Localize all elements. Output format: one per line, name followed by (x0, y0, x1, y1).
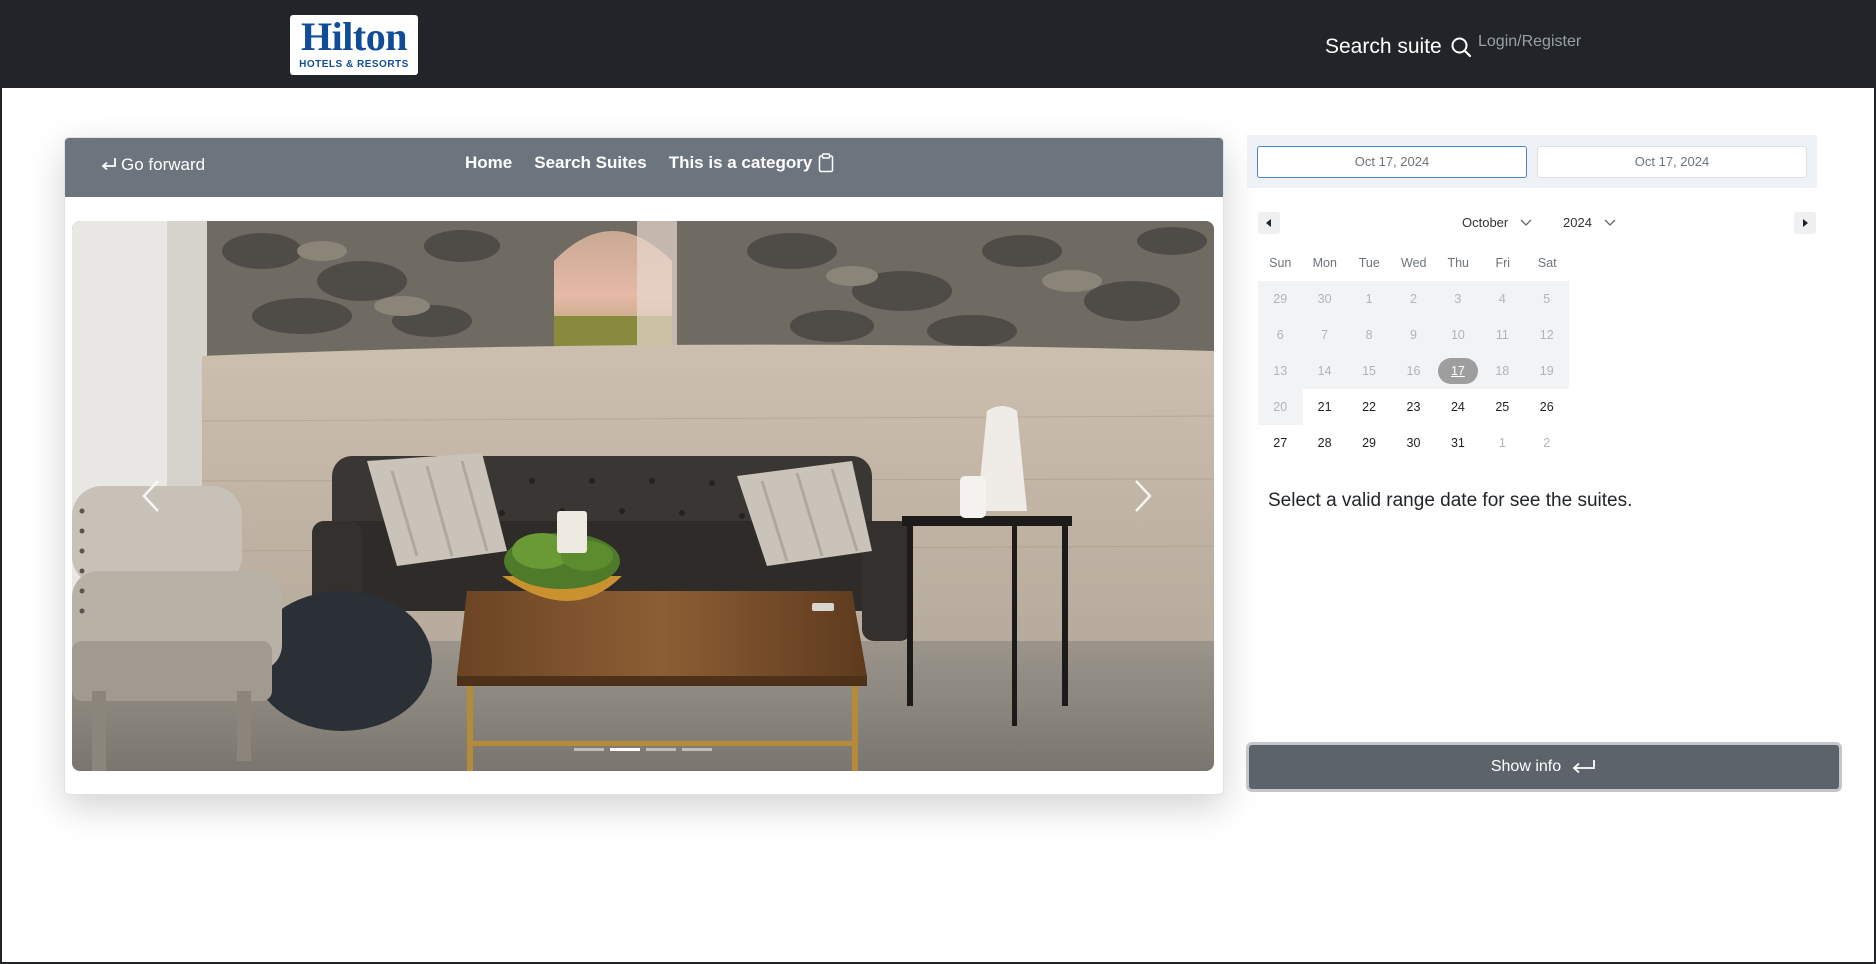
logo-tagline: HOTELS & RESORTS (299, 59, 409, 70)
selected-day-label: 17 (1437, 358, 1478, 384)
calendar-day[interactable]: 25 (1480, 389, 1524, 425)
calendar-day[interactable]: 29 (1347, 425, 1391, 461)
weekday-label: Sun (1269, 256, 1292, 270)
calendar-day[interactable]: 22 (1347, 389, 1391, 425)
calendar-week: 29 30 1 2 3 4 5 (1258, 281, 1569, 317)
suite-photo (72, 221, 1214, 771)
calendar-day: 1 (1365, 292, 1373, 306)
calendar-day: 10 (1450, 328, 1465, 342)
calendar-day: 3 (1454, 292, 1462, 306)
menu-home-link[interactable]: Home (465, 153, 512, 173)
suite-photo-carousel[interactable] (72, 221, 1214, 771)
chevron-left-icon (142, 480, 159, 512)
prev-month-button[interactable] (1258, 212, 1280, 234)
login-register-link[interactable]: Login/Register (1478, 33, 1581, 51)
hilton-logo[interactable]: Hilton HOTELS & RESORTS (290, 15, 418, 75)
calendar-day: 11 (1495, 328, 1509, 342)
category-label: This is a category (668, 153, 813, 172)
calendar-day: 8 (1365, 328, 1373, 342)
search-suite-label: Search suite (1325, 35, 1442, 58)
carousel-indicators (574, 748, 718, 751)
weekday-label: Wed (1401, 256, 1427, 270)
return-arrow-icon (101, 158, 116, 171)
carousel-indicator[interactable] (646, 748, 676, 751)
calendar-day[interactable]: 27 (1258, 425, 1302, 461)
go-forward-label: Go forward (121, 155, 206, 174)
calendar-week: 6 7 8 9 10 11 12 (1258, 317, 1569, 353)
calendar-week: 20 21 22 23 24 25 26 (1258, 389, 1569, 425)
year-value: 2024 (1563, 215, 1592, 230)
calendar-day-grid: 29 30 1 2 3 4 5 6 7 8 9 10 11 12 13 14 1… (1258, 281, 1569, 461)
show-info-label: Show info (1490, 758, 1562, 775)
year-select[interactable]: 2024 (1563, 215, 1616, 230)
range-validation-message: Select a valid range date for see the su… (1268, 490, 1633, 511)
suite-card: Go forward Home Search Suites This is a … (64, 137, 1224, 795)
calendar-day: 13 (1273, 364, 1288, 378)
calendar-day: 29 (1273, 292, 1288, 306)
clipboard-icon (819, 153, 834, 173)
calendar-day[interactable]: 31 (1436, 425, 1480, 461)
weekday-label: Tue (1358, 256, 1380, 270)
chevron-right-icon (1135, 480, 1152, 512)
weekday-header-row: Sun Mon Tue Wed Thu Fri Sat (1258, 256, 1570, 270)
calendar-day: 12 (1539, 328, 1554, 342)
calendar-day: 20 (1273, 400, 1288, 414)
top-navbar: Hilton HOTELS & RESORTS Search suite Log… (2, 0, 1874, 88)
start-date-input[interactable]: Oct 17, 2024 (1257, 146, 1527, 178)
calendar-day[interactable]: 1 (1480, 425, 1524, 461)
show-info-button[interactable]: Show info (1246, 742, 1842, 792)
calendar-day: 30 (1317, 292, 1332, 306)
logo-wordmark: Hilton (301, 14, 407, 59)
calendar-day[interactable]: 21 (1302, 389, 1346, 425)
calendar-day[interactable]: 23 (1391, 389, 1435, 425)
next-month-button[interactable] (1794, 212, 1816, 234)
calendar-day-selected[interactable]: 17 (1436, 353, 1480, 389)
calendar-day: 6 (1276, 328, 1284, 342)
weekday-label: Sat (1537, 256, 1557, 270)
calendar-day: 4 (1498, 292, 1506, 306)
calendar-day: 19 (1539, 364, 1554, 378)
calendar-day[interactable]: 2 (1525, 425, 1569, 461)
calendar-header: October 2024 (1247, 208, 1817, 238)
caret-right-icon (1803, 219, 1808, 227)
carousel-indicator[interactable] (682, 748, 712, 751)
calendar-day[interactable]: 24 (1436, 389, 1480, 425)
search-suite-link[interactable]: Search suite (1325, 32, 1472, 62)
return-arrow-icon (1572, 760, 1596, 774)
weekday-label: Fri (1495, 256, 1511, 270)
month-value: October (1462, 215, 1509, 230)
carousel-indicator-active[interactable] (610, 748, 640, 751)
calendar-day[interactable]: 26 (1525, 389, 1569, 425)
calendar-week: 27 28 29 30 31 1 2 (1258, 425, 1569, 461)
calendar-day: 15 (1362, 364, 1376, 378)
chevron-down-icon (1604, 219, 1616, 226)
calendar-day: 7 (1321, 328, 1329, 342)
go-forward-button[interactable]: Go forward (99, 155, 205, 175)
calendar-week: 13 14 15 16 17 18 19 (1258, 353, 1569, 389)
calendar-day: 18 (1495, 364, 1510, 378)
calendar-day: 14 (1317, 364, 1332, 378)
card-header: Go forward Home Search Suites This is a … (65, 138, 1223, 197)
end-date-input[interactable]: Oct 17, 2024 (1537, 146, 1807, 178)
calendar-day[interactable]: 28 (1302, 425, 1346, 461)
calendar-day: 9 (1410, 328, 1417, 342)
weekday-label: Thu (1447, 256, 1470, 270)
card-menu: Home Search Suites This is a category (465, 153, 834, 173)
caret-left-icon (1266, 219, 1271, 227)
weekday-label: Mon (1312, 256, 1337, 270)
calendar-day[interactable]: 30 (1391, 425, 1435, 461)
carousel-indicator[interactable] (574, 748, 604, 751)
calendar-day: 5 (1543, 292, 1551, 306)
month-select[interactable]: October (1462, 215, 1532, 230)
calendar-day: 16 (1406, 364, 1421, 378)
carousel-next-button[interactable] (1122, 471, 1162, 521)
menu-category-link[interactable]: This is a category (669, 153, 835, 173)
search-icon (1451, 37, 1471, 58)
calendar-day: 2 (1410, 292, 1417, 306)
date-range-picker: Oct 17, 2024 Oct 17, 2024 (1247, 135, 1817, 188)
menu-search-suites-link[interactable]: Search Suites (534, 153, 646, 173)
chevron-down-icon (1520, 219, 1532, 226)
carousel-prev-button[interactable] (132, 471, 172, 521)
